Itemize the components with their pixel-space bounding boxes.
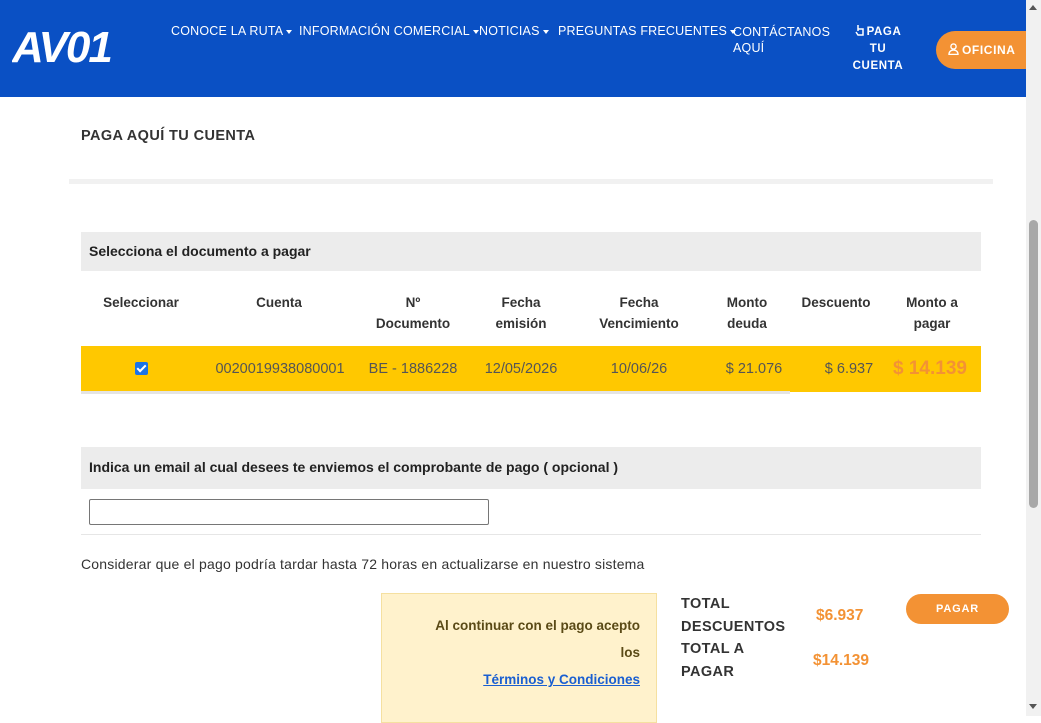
total-pagar-label: TOTAL A PAGAR [681, 641, 745, 680]
cell-monto-deuda: $ 21.076 [725, 361, 783, 377]
paga-tu-cuenta-link[interactable]: PAGA TU CUENTA [846, 24, 910, 75]
col-header-fecha-emision: Fecha emisión [495, 295, 547, 331]
email-heading: Indica un email al cual desees te enviem… [81, 447, 981, 489]
terms-text: Al continuar con el pago acepto los Térm… [435, 618, 640, 687]
cell-fecha-emision: 12/05/2026 [484, 361, 558, 377]
select-document-checkbox[interactable] [135, 362, 148, 375]
divider [81, 534, 981, 535]
cell-documento: BE - 1886228 [368, 361, 458, 377]
terms-link[interactable]: Términos y Condiciones [483, 672, 640, 687]
hand-pointer-icon [854, 25, 864, 36]
site-header: AV01 CONOCE LA RUTA INFORMACIÓN COMERCIA… [0, 0, 1041, 97]
cell-monto-pagar: $ 14.139 [893, 358, 967, 379]
nav-preguntas-frecuentes[interactable]: PREGUNTAS FRECUENTES [558, 24, 737, 38]
nav-label: PREGUNTAS FRECUENTES [558, 24, 728, 38]
nav-contactanos[interactable]: CONTÁCTANOS AQUÍ [733, 24, 830, 56]
nav-label: INFORMACIÓN COMERCIAL [299, 24, 470, 38]
page-title: PAGA AQUÍ TU CUENTA [81, 128, 256, 144]
terms-notice: Al continuar con el pago acepto los Térm… [381, 593, 657, 723]
scrollbar-thumb[interactable] [1029, 220, 1038, 508]
nav-conoce-la-ruta[interactable]: CONOCE LA RUTA [171, 24, 293, 38]
paga-label: CUENTA [852, 60, 904, 72]
col-header-descuento: Descuento [801, 295, 871, 310]
cell-fecha-vencimiento: 10/06/26 [610, 361, 668, 377]
scroll-up-icon[interactable] [1029, 5, 1037, 10]
brand-logo[interactable]: AV01 [12, 26, 152, 68]
col-header-fecha-vencimiento: Fecha Vencimiento [599, 295, 679, 331]
scroll-down-icon[interactable] [1029, 704, 1037, 709]
paga-label: PAGA [866, 26, 902, 38]
documents-heading: Selecciona el documento a pagar [81, 232, 981, 271]
total-descuentos-label: TOTAL DESCUENTOS [681, 596, 786, 635]
user-icon [948, 43, 959, 56]
cell-descuento: $ 6.937 [824, 361, 874, 377]
caret-down-icon [472, 29, 479, 34]
pagar-button[interactable]: PAGAR [906, 594, 1009, 624]
nav-label: AQUÍ [733, 41, 765, 55]
col-header-seleccionar: Seleccionar [103, 295, 179, 310]
payment-delay-note: Considerar que el pago podría tardar has… [81, 556, 645, 572]
total-pagar-value: $14.139 [813, 652, 870, 669]
col-header-cuenta: Cuenta [256, 295, 302, 310]
page-scrollbar[interactable] [1026, 0, 1041, 716]
nav-label: CONOCE LA RUTA [171, 24, 284, 38]
caret-down-icon [286, 29, 293, 34]
email-input[interactable] [89, 499, 489, 525]
row-divider [81, 391, 790, 394]
nav-noticias[interactable]: NOTICIAS [479, 24, 549, 38]
divider [69, 179, 993, 184]
total-descuentos-value: $6.937 [816, 607, 864, 624]
col-header-monto-pagar: Monto a pagar [906, 295, 958, 331]
nav-label: NOTICIAS [479, 24, 540, 38]
paga-label: TU [869, 43, 887, 55]
svg-text:AV01: AV01 [12, 26, 111, 68]
oficina-label: OFICINA [962, 43, 1016, 57]
nav-label: CONTÁCTANOS [733, 25, 831, 39]
col-header-monto-deuda: Monto deuda [726, 295, 768, 331]
cell-cuenta: 0020019938080001 [215, 361, 345, 377]
caret-down-icon [542, 29, 549, 34]
col-header-documento: Nº Documento [375, 295, 451, 331]
nav-informacion-comercial[interactable]: INFORMACIÓN COMERCIAL [299, 24, 479, 38]
